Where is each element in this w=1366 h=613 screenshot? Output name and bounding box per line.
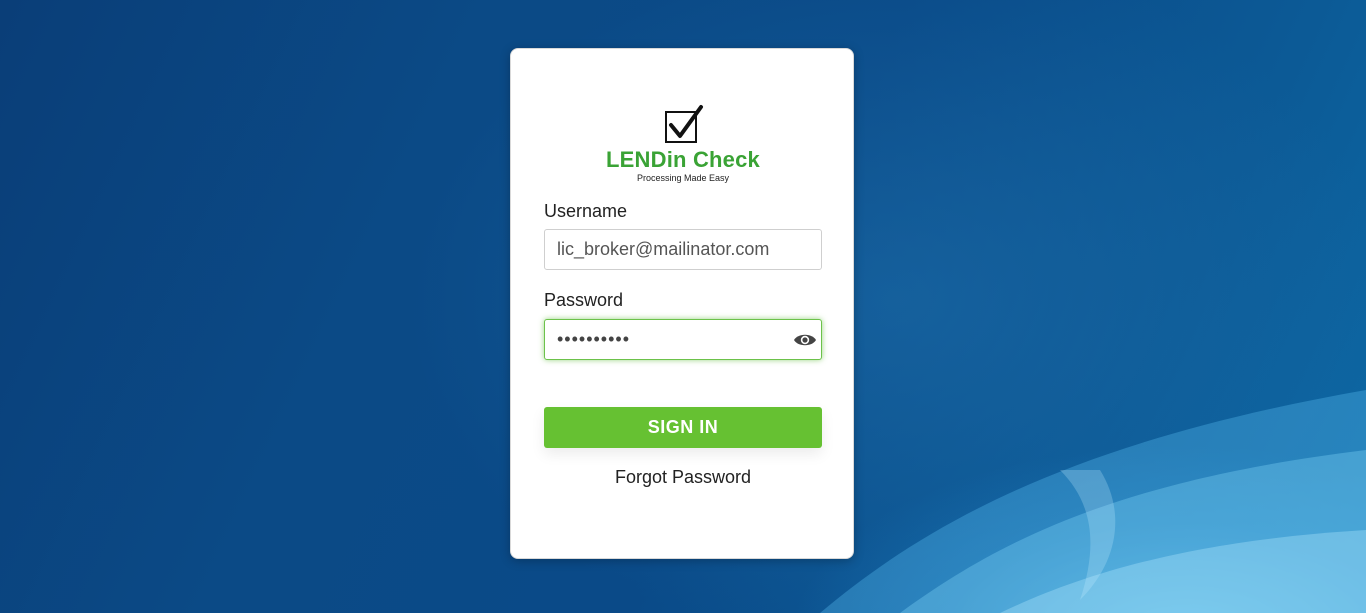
logo-name: LENDin Check (606, 147, 760, 172)
sign-in-button[interactable]: SIGN IN (544, 407, 822, 448)
password-label: Password (544, 290, 624, 310)
checkbox-check-icon (665, 105, 703, 143)
logo: LENDin Check Processing Made Easy (511, 104, 855, 184)
forgot-password-link[interactable]: Forgot Password (511, 467, 855, 488)
password-input[interactable] (544, 319, 822, 360)
logo-tagline: Processing Made Easy (636, 173, 730, 183)
login-card: LENDin Check Processing Made Easy Userna… (510, 48, 854, 559)
username-input[interactable] (544, 229, 822, 270)
username-label: Username (544, 201, 628, 221)
eye-icon[interactable] (793, 332, 817, 348)
